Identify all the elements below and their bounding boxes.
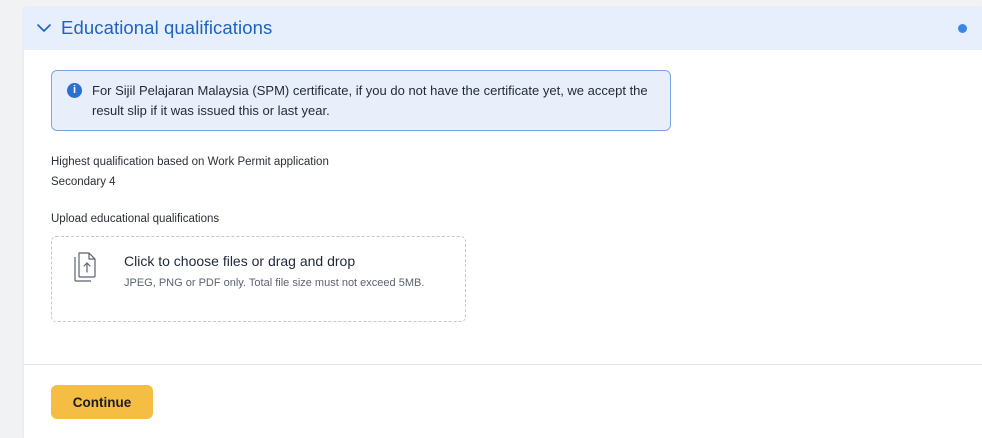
dropzone-hint: JPEG, PNG or PDF only. Total file size m…: [124, 277, 425, 289]
footer-divider: [24, 364, 982, 365]
highest-qualification-label: Highest qualification based on Work Perm…: [51, 156, 329, 168]
info-banner-text: For Sijil Pelajaran Malaysia (SPM) certi…: [92, 83, 648, 118]
file-upload-icon: [74, 252, 96, 282]
highest-qualification-value: Secondary 4: [51, 176, 116, 188]
section-header[interactable]: Educational qualifications: [24, 8, 982, 50]
file-dropzone[interactable]: Click to choose files or drag and drop J…: [51, 236, 466, 322]
continue-button[interactable]: Continue: [51, 385, 153, 419]
status-dot-icon: [958, 24, 967, 33]
info-icon: i: [67, 83, 82, 98]
upload-label: Upload educational qualifications: [51, 213, 220, 225]
info-banner: i For Sijil Pelajaran Malaysia (SPM) cer…: [51, 70, 671, 131]
section-title: Educational qualifications: [61, 17, 273, 38]
qualifications-card: Educational qualifications i For Sijil P…: [24, 8, 982, 438]
chevron-down-icon[interactable]: [36, 20, 52, 36]
dropzone-title[interactable]: Click to choose files or drag and drop: [124, 253, 355, 269]
